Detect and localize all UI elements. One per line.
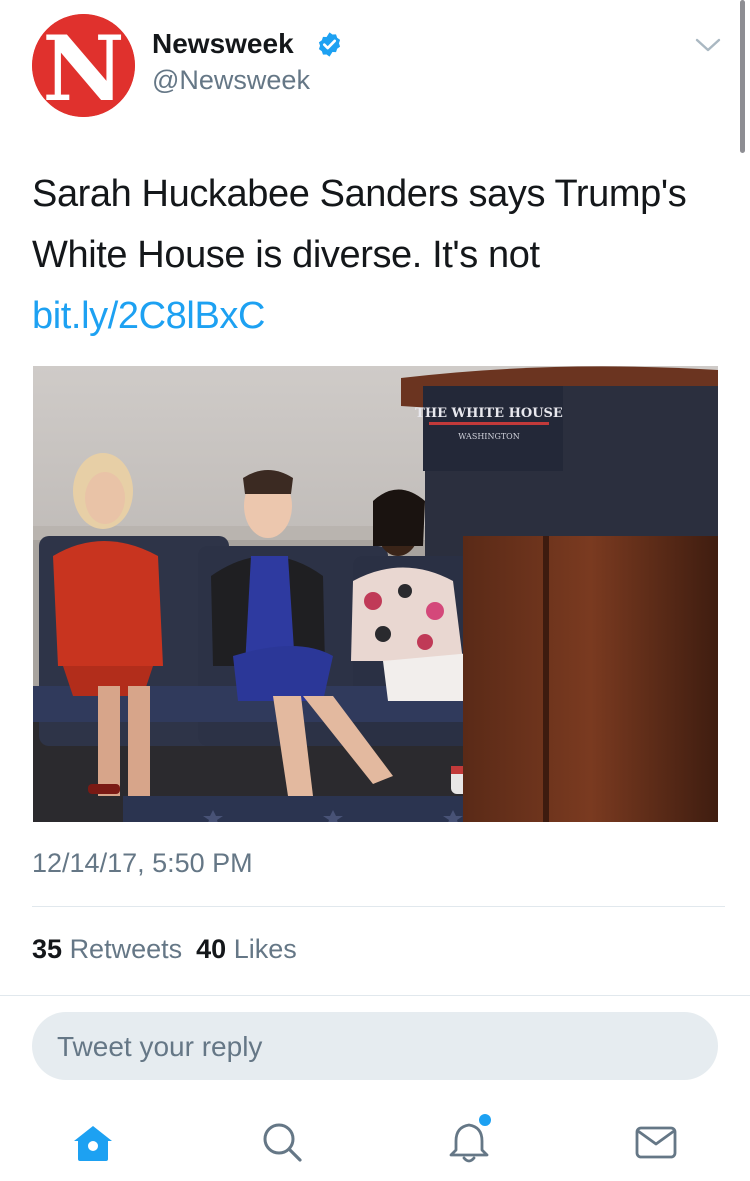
author-name[interactable]: Newsweek	[152, 28, 294, 60]
likes-label: Likes	[233, 934, 297, 964]
search-icon	[263, 1123, 302, 1162]
author-handle[interactable]: @Newsweek	[152, 65, 310, 96]
tab-home[interactable]	[70, 1119, 116, 1165]
home-icon	[74, 1126, 112, 1161]
reply-input[interactable]: Tweet your reply	[32, 1012, 718, 1080]
likes-count: 40	[196, 934, 227, 964]
tweet-link[interactable]: bit.ly/2C8lBxC	[32, 295, 265, 337]
podium-sign-title: THE WHITE HOUSE	[415, 406, 563, 421]
likes-stat[interactable]: 40 Likes	[196, 934, 297, 964]
retweets-count: 35	[32, 934, 63, 964]
scrollbar[interactable]	[740, 0, 745, 153]
avatar-letter: N	[42, 16, 124, 117]
divider	[32, 906, 725, 907]
divider	[0, 995, 750, 996]
messages-icon	[635, 1126, 677, 1159]
tab-search[interactable]	[259, 1119, 305, 1165]
reply-placeholder: Tweet your reply	[57, 1031, 263, 1062]
tweet-text: Sarah Huckabee Sanders says Trump's Whit…	[32, 164, 712, 347]
notification-badge	[479, 1114, 491, 1126]
podium-sign-subtitle: WASHINGTON	[458, 432, 520, 441]
avatar[interactable]: N	[32, 14, 135, 117]
tab-messages[interactable]	[633, 1119, 679, 1165]
retweets-label: Retweets	[69, 934, 183, 964]
retweets-stat[interactable]: 35 Retweets	[32, 934, 182, 964]
tweet-body: Sarah Huckabee Sanders says Trump's Whit…	[32, 173, 687, 276]
tweet-stats: 35 Retweets 40 Likes	[32, 934, 297, 965]
chevron-down-icon[interactable]	[694, 36, 722, 54]
tweet-timestamp: 12/14/17, 5:50 PM	[32, 848, 253, 878]
tweet-photo[interactable]: THE WHITE HOUSE WASHINGTON	[33, 366, 718, 822]
verified-icon	[318, 32, 341, 57]
